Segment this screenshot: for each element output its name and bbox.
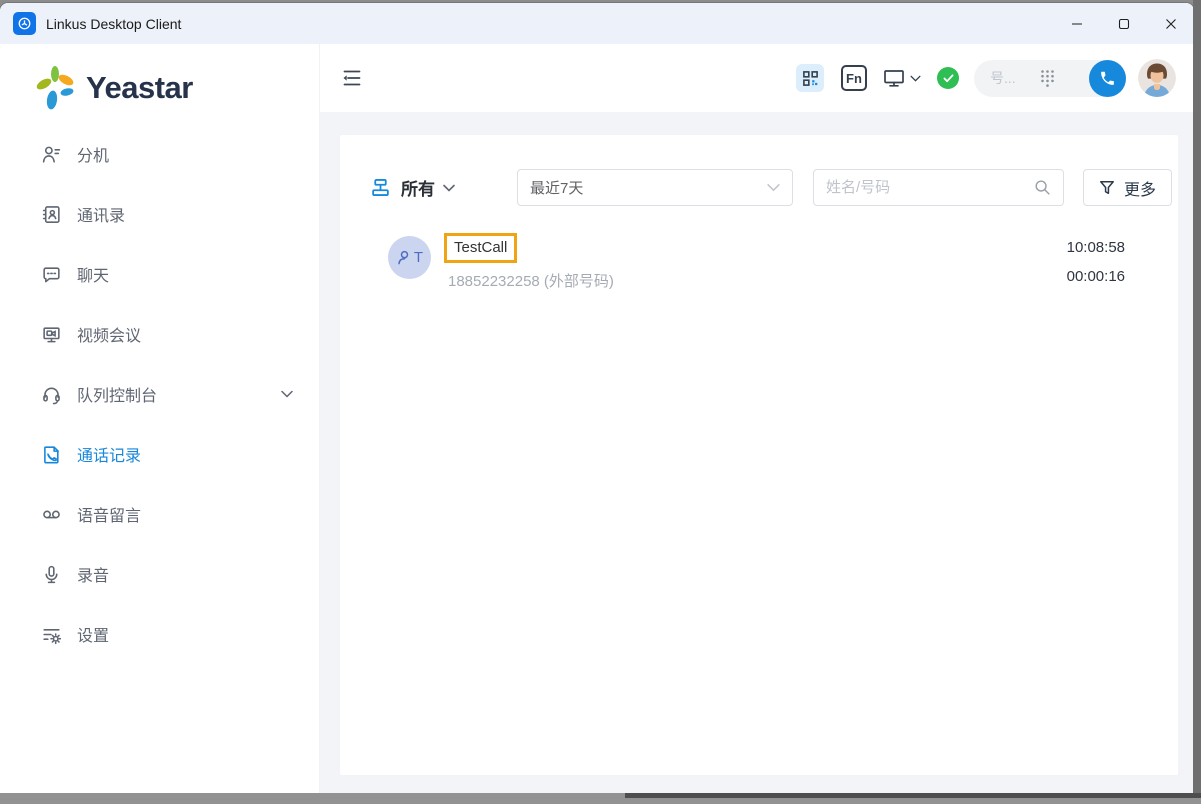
chevron-down-icon[interactable]: [281, 390, 293, 398]
sidebar-nav: 分机 通讯录: [0, 124, 319, 664]
avatar-letter: T: [414, 249, 423, 266]
sidebar-item-label: 设置: [77, 622, 109, 646]
scope-filter-label: 所有: [401, 175, 435, 200]
address-book-icon: [40, 203, 62, 225]
fn-label: Fn: [846, 71, 862, 86]
sidebar-item-voicemail[interactable]: 语音留言: [0, 484, 319, 544]
sidebar-item-label: 分机: [77, 142, 109, 166]
sidebar-item-contacts[interactable]: 通讯录: [0, 184, 319, 244]
sidebar-item-chat[interactable]: 聊天: [0, 244, 319, 304]
call-time: 10:08:58: [1067, 239, 1125, 256]
qr-code-button[interactable]: [796, 64, 824, 92]
call-status-filter-icon: [370, 177, 391, 198]
chevron-down-icon: [443, 184, 455, 192]
microphone-icon: [40, 563, 62, 585]
brand-name: Yeastar: [86, 70, 193, 106]
check-icon: [943, 74, 954, 83]
highlight-annotation-box: TestCall: [444, 233, 517, 263]
collapse-sidebar-icon[interactable]: [341, 67, 363, 89]
call-times: 10:08:58 00:00:16: [1067, 233, 1125, 285]
desktop-edge-right: [1193, 0, 1201, 804]
chevron-down-icon: [767, 183, 780, 192]
linkus-app-icon: [13, 12, 36, 35]
extensions-person-icon: [40, 143, 62, 165]
sidebar-item-label: 录音: [77, 562, 109, 586]
sidebar-item-label: 通话记录: [77, 442, 141, 466]
call-log-icon: [40, 443, 62, 465]
main-area: Fn: [320, 44, 1194, 793]
sidebar-item-video-conference[interactable]: 视频会议: [0, 304, 319, 364]
maximize-button[interactable]: [1100, 3, 1147, 44]
call-log-row[interactable]: T TestCall 18852232258 (外部号码) 10:08:58 0…: [370, 233, 1172, 291]
sidebar-item-queue-console[interactable]: 队列控制台: [0, 364, 319, 424]
yeastar-logo-mark: [34, 64, 80, 112]
sidebar-item-extensions[interactable]: 分机: [0, 124, 319, 184]
content-background: 所有 最近7天: [320, 112, 1194, 793]
yeastar-logo: Yeastar: [34, 64, 319, 112]
sidebar-item-label: 通讯录: [77, 202, 125, 226]
window-title: Linkus Desktop Client: [46, 16, 181, 32]
user-avatar[interactable]: [1138, 59, 1176, 97]
sidebar-item-label: 聊天: [77, 262, 109, 286]
call-scope-filter[interactable]: 所有: [370, 175, 455, 200]
date-range-value: 最近7天: [530, 177, 583, 198]
sidebar-item-recordings[interactable]: 录音: [0, 544, 319, 604]
search-icon[interactable]: [1034, 179, 1051, 196]
settings-icon: [40, 623, 62, 645]
voicemail-icon: [40, 503, 62, 525]
date-range-select[interactable]: 最近7天: [517, 169, 793, 206]
contact-avatar: T: [388, 236, 431, 279]
search-input[interactable]: [826, 179, 1034, 196]
sidebar-item-call-logs[interactable]: 通话记录: [0, 424, 319, 484]
monitor-icon: [883, 68, 905, 88]
titlebar: Linkus Desktop Client: [0, 3, 1194, 44]
screen-share-button[interactable]: [883, 68, 921, 88]
close-button[interactable]: [1147, 3, 1194, 44]
dial-search-pill: [974, 60, 1126, 97]
sidebar-item-settings[interactable]: 设置: [0, 604, 319, 664]
call-row-main: TestCall 18852232258 (外部号码): [444, 233, 1067, 291]
more-button-label: 更多: [1124, 176, 1156, 200]
sidebar: Yeastar 分机: [0, 44, 320, 793]
topbar-right-cluster: Fn: [796, 59, 1176, 97]
window-controls: [1053, 3, 1194, 44]
phone-icon: [1099, 70, 1116, 87]
name-number-search: [813, 169, 1064, 206]
person-icon: [396, 249, 413, 266]
video-conference-icon: [40, 323, 62, 345]
filter-bar: 所有 最近7天: [370, 169, 1172, 206]
more-filters-button[interactable]: 更多: [1083, 169, 1172, 206]
app-window: Linkus Desktop Client: [0, 3, 1194, 793]
make-call-button[interactable]: [1089, 60, 1126, 97]
function-keys-button[interactable]: Fn: [841, 65, 867, 91]
desktop-edge-bottom: [0, 793, 1201, 804]
dialpad-icon[interactable]: [1040, 69, 1055, 88]
topbar: Fn: [320, 44, 1194, 112]
headset-icon: [40, 383, 62, 405]
funnel-filter-icon: [1099, 179, 1115, 196]
contact-name: TestCall: [454, 239, 507, 256]
sidebar-item-label: 视频会议: [77, 322, 141, 346]
presence-status-available[interactable]: [937, 67, 959, 89]
chat-bubble-icon: [40, 263, 62, 285]
dial-number-input[interactable]: [990, 70, 1040, 86]
chevron-down-icon: [910, 75, 921, 82]
contact-number: 18852232258 (外部号码): [448, 270, 1067, 291]
call-log-panel: 所有 最近7天: [340, 135, 1178, 775]
sidebar-item-label: 语音留言: [77, 502, 141, 526]
sidebar-item-label: 队列控制台: [77, 382, 157, 406]
minimize-button[interactable]: [1053, 3, 1100, 44]
call-duration: 00:00:16: [1067, 268, 1125, 285]
desktop-edge-shadow: [625, 793, 1201, 798]
